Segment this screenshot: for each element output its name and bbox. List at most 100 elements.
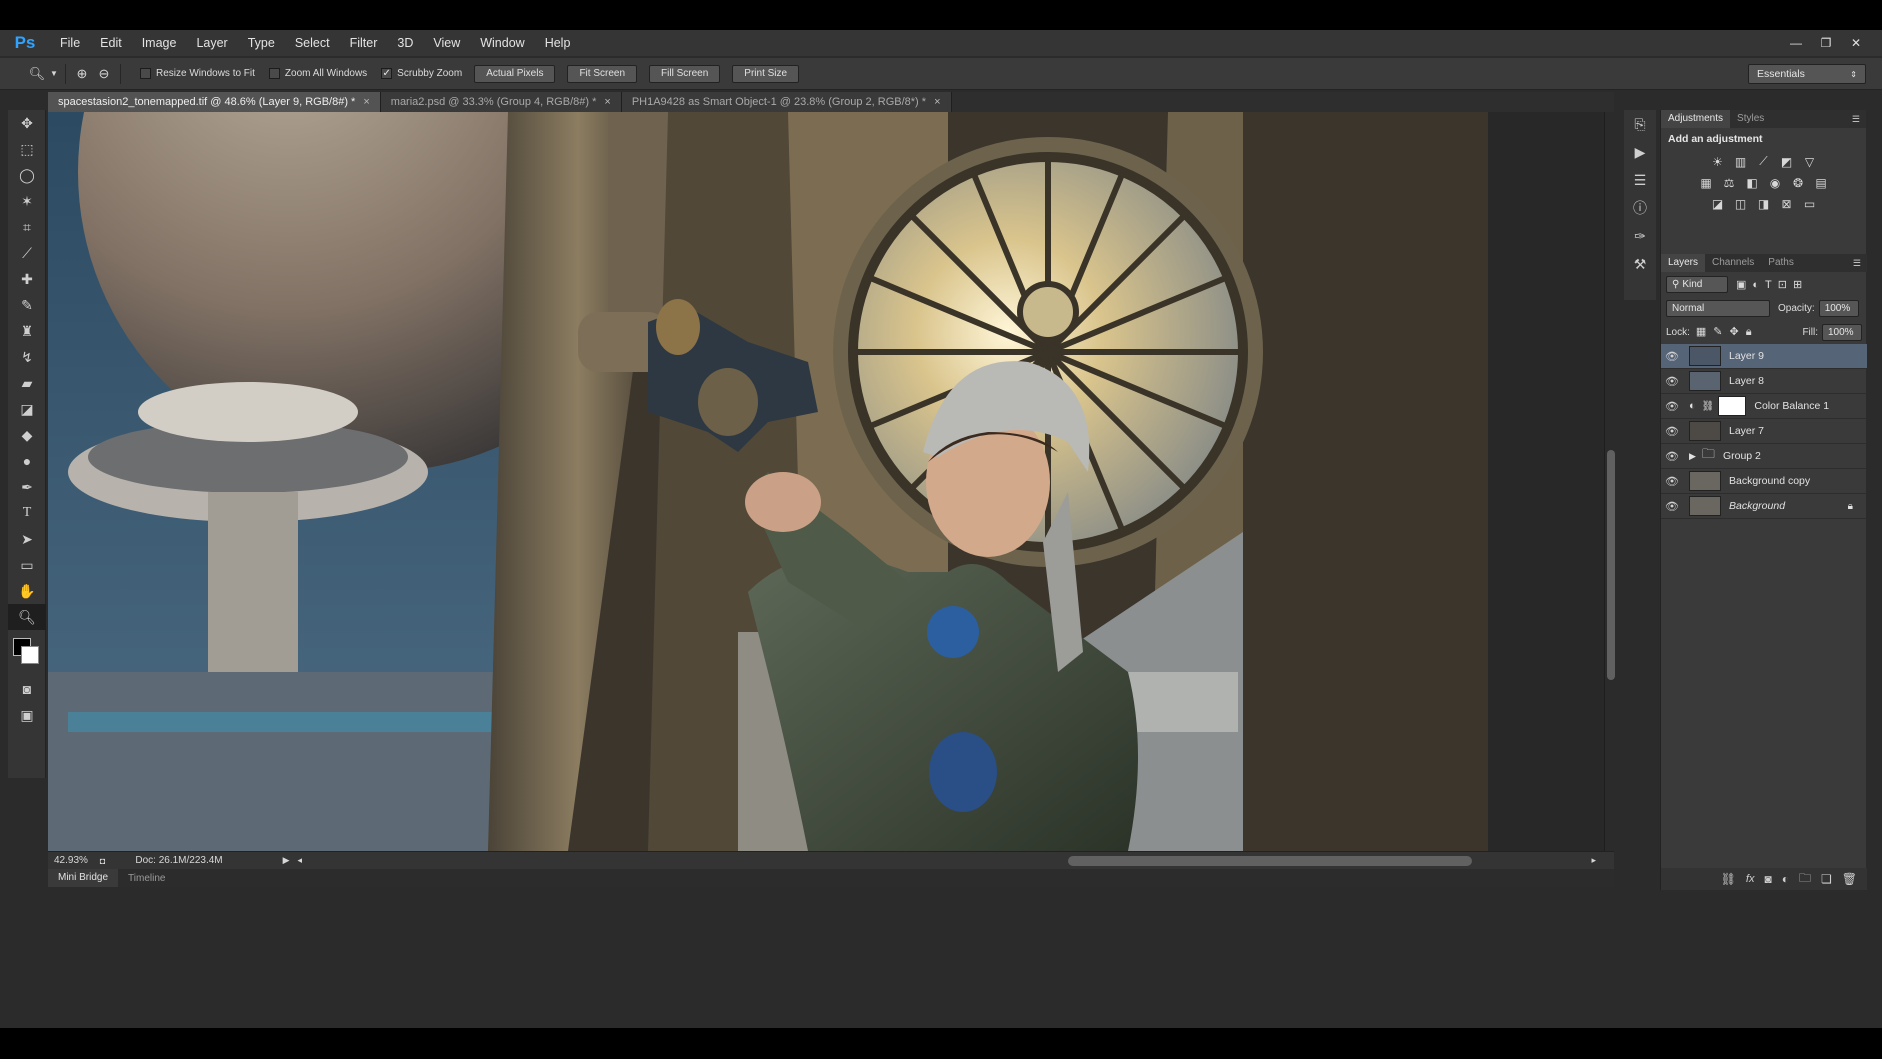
new-group-icon[interactable]: 🗀 [1799, 869, 1811, 890]
rectangle-tool-icon[interactable]: ▭ [8, 552, 46, 578]
pen-tool-icon[interactable]: ✒ [8, 474, 46, 500]
tab-timeline[interactable]: Timeline [118, 873, 175, 884]
horizontal-scroll-thumb[interactable] [1068, 855, 1473, 866]
link-chain-icon[interactable]: ⛓ [1702, 401, 1715, 412]
fx-icon[interactable]: fx [1746, 873, 1755, 885]
layer-row-background-copy[interactable]: 👁︎ Background copy [1661, 469, 1867, 494]
tab-channels[interactable]: Channels [1705, 254, 1761, 272]
add-mask-icon[interactable]: ◙ [1764, 872, 1771, 886]
delete-layer-icon[interactable]: 🗑︎ [1842, 872, 1857, 886]
paint-bucket-tool-icon[interactable]: ◪ [8, 396, 46, 422]
eyedropper-tool-icon[interactable]: ⟋ [8, 240, 46, 266]
menu-file[interactable]: File [50, 30, 90, 56]
play-icon[interactable]: ▶ [283, 855, 290, 866]
layer-row-background[interactable]: 👁︎ Background 🔒︎ [1661, 494, 1867, 519]
dodge-tool-icon[interactable]: ● [8, 448, 46, 474]
visibility-eye-icon[interactable]: 👁︎ [1661, 475, 1683, 488]
lasso-tool-icon[interactable]: ◯ [8, 162, 46, 188]
type-tool-icon[interactable]: T [8, 500, 46, 526]
color-swatches[interactable] [8, 630, 46, 676]
vertical-scroll-thumb[interactable] [1607, 450, 1615, 680]
screen-mode-icon[interactable]: ▣ [8, 702, 46, 728]
menu-image[interactable]: Image [132, 30, 187, 56]
tab-spacestasion[interactable]: spacestasion2_tonemapped.tif @ 48.6% (La… [48, 92, 381, 112]
history-icon[interactable]: ⎘ [1624, 110, 1656, 138]
panel-menu-icon[interactable]: ☰ [1853, 258, 1861, 269]
actual-pixels-button[interactable]: Actual Pixels [474, 64, 556, 83]
tab-layers[interactable]: Layers [1661, 254, 1706, 272]
new-layer-icon[interactable]: ❏ [1821, 872, 1832, 886]
zoom-level[interactable]: 42.93% [54, 855, 88, 866]
menu-3d[interactable]: 3D [387, 30, 423, 56]
path-selection-tool-icon[interactable]: ➤ [8, 526, 46, 552]
color-balance-icon[interactable]: ⚖ [1721, 175, 1738, 190]
layer-row-layer-7[interactable]: 👁︎ Layer 7 [1661, 419, 1867, 444]
scrubby-zoom-checkbox[interactable]: ✓ Scrubby Zoom [381, 68, 462, 79]
move-tool-icon[interactable]: ✥ [8, 110, 46, 136]
minimize-icon[interactable]: — [1784, 34, 1808, 52]
marquee-tool-icon[interactable]: ⬚ [8, 136, 46, 162]
brush-presets-icon[interactable]: ✑ [1624, 222, 1656, 250]
history-brush-tool-icon[interactable]: ↯ [8, 344, 46, 370]
background-color-swatch[interactable] [21, 646, 39, 664]
zoom-tool-preset-icon[interactable]: 🔍︎ [26, 63, 48, 85]
layer-row-color-balance[interactable]: 👁︎ ◐ ⛓ Color Balance 1 [1661, 394, 1867, 419]
tab-maria2[interactable]: maria2.psd @ 33.3% (Group 4, RGB/8#) * × [380, 92, 622, 112]
visibility-eye-icon[interactable]: 👁︎ [1661, 500, 1683, 513]
channel-mixer-icon[interactable]: ❂ [1790, 175, 1807, 190]
opacity-input[interactable]: 100% [1818, 299, 1859, 317]
layer-row-group-2[interactable]: 👁︎ ▶ 🗀 Group 2 [1661, 444, 1867, 469]
invert-icon[interactable]: ◪ [1709, 196, 1726, 211]
zoom-out-icon[interactable]: ⊖ [93, 63, 115, 85]
menu-select[interactable]: Select [285, 30, 340, 56]
eraser-tool-icon[interactable]: ▰ [8, 370, 46, 396]
selective-color-icon[interactable]: ⊠ [1778, 196, 1795, 211]
hand-tool-icon[interactable]: ✋ [8, 578, 46, 604]
status-menu-icon[interactable]: ◘ [100, 856, 105, 866]
fit-screen-button[interactable]: Fit Screen [567, 64, 638, 83]
clone-stamp-tool-icon[interactable]: ♜ [8, 318, 46, 344]
menu-type[interactable]: Type [238, 30, 285, 56]
tab-ph1a9428[interactable]: PH1A9428 as Smart Object-1 @ 23.8% (Grou… [621, 92, 952, 112]
hue-saturation-icon[interactable]: ▦ [1698, 175, 1715, 190]
photo-filter-icon[interactable]: ◉ [1767, 175, 1784, 190]
close-tab-icon[interactable]: × [934, 96, 940, 108]
menu-filter[interactable]: Filter [340, 30, 388, 56]
fill-screen-button[interactable]: Fill Screen [649, 64, 721, 83]
kind-filter-select[interactable]: ⚲ Kind [1666, 275, 1728, 293]
actions-icon[interactable]: ▶ [1624, 138, 1656, 166]
tab-mini-bridge[interactable]: Mini Bridge [48, 869, 119, 887]
visibility-eye-icon[interactable]: 👁︎ [1661, 350, 1683, 363]
tab-adjustments[interactable]: Adjustments [1661, 110, 1731, 128]
visibility-eye-icon[interactable]: 👁︎ [1661, 450, 1683, 463]
link-layers-icon[interactable]: ⛓ [1721, 872, 1736, 886]
properties-icon[interactable]: ☰ [1624, 166, 1656, 194]
healing-brush-tool-icon[interactable]: ✚ [8, 266, 46, 292]
menu-edit[interactable]: Edit [90, 30, 132, 56]
menu-layer[interactable]: Layer [186, 30, 237, 56]
menu-help[interactable]: Help [535, 30, 581, 56]
zoom-in-icon[interactable]: ⊕ [71, 63, 93, 85]
menu-view[interactable]: View [423, 30, 470, 56]
close-icon[interactable]: ✕ [1844, 34, 1868, 52]
close-tab-icon[interactable]: × [363, 96, 369, 108]
panel-menu-icon[interactable]: ☰ [1852, 114, 1860, 125]
workspace-select[interactable]: Essentials ⇕ [1748, 64, 1866, 84]
brightness-icon[interactable]: ☀ [1709, 154, 1726, 169]
color-lookup-icon[interactable]: ▤ [1813, 175, 1830, 190]
visibility-eye-icon[interactable]: 👁︎ [1661, 425, 1683, 438]
tool-presets-icon[interactable]: ⚒ [1624, 250, 1656, 278]
brush-tool-icon[interactable]: ✎ [8, 292, 46, 318]
layer-row-layer-8[interactable]: 👁︎ Layer 8 [1661, 369, 1867, 394]
resize-windows-checkbox[interactable]: Resize Windows to Fit [140, 68, 255, 79]
fill-input[interactable]: 100% [1822, 323, 1862, 341]
black-white-icon[interactable]: ◧ [1744, 175, 1761, 190]
zoom-tool-icon[interactable]: 🔍︎ [8, 604, 46, 630]
posterize-icon[interactable]: ◫ [1732, 196, 1749, 211]
vibrance-icon[interactable]: ▽ [1801, 154, 1818, 169]
blend-mode-select[interactable]: Normal [1666, 299, 1770, 317]
layer-row-layer-9[interactable]: 👁︎ Layer 9 [1661, 344, 1867, 369]
scroll-right-icon[interactable]: ▸ [1591, 855, 1596, 866]
gradient-map-icon[interactable]: ▭ [1801, 196, 1818, 211]
levels-icon[interactable]: ▥ [1732, 154, 1749, 169]
